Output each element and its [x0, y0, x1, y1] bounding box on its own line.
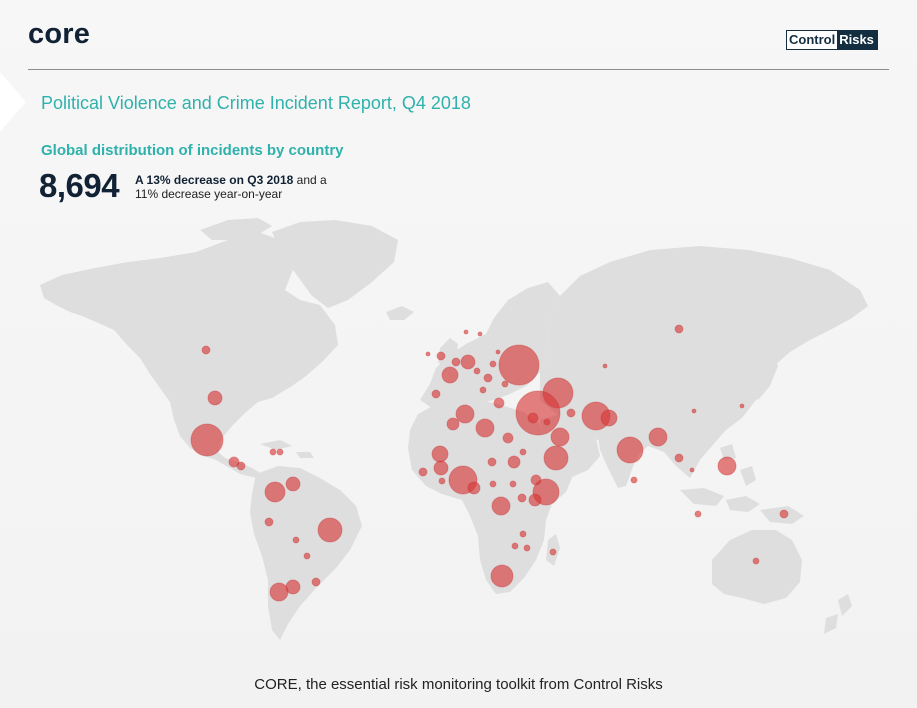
- incident-bubble: [616, 436, 644, 464]
- incident-bubble: [475, 418, 495, 438]
- incident-bubble: [317, 517, 343, 543]
- incident-bubble: [264, 517, 274, 527]
- incident-bubble: [236, 461, 246, 471]
- incident-bubble: [477, 331, 483, 337]
- incident-bubble: [779, 509, 789, 519]
- incident-bubble: [431, 389, 441, 399]
- incident-bubble: [269, 448, 277, 456]
- incident-bubble: [431, 445, 449, 463]
- incident-bubble: [566, 408, 576, 418]
- incident-bubble: [549, 548, 557, 556]
- incident-bubble: [717, 456, 737, 476]
- incident-bubble: [517, 493, 527, 503]
- incident-bubble: [739, 403, 745, 409]
- incident-bubble: [276, 448, 284, 456]
- incident-bubble: [543, 418, 551, 426]
- incident-bubble: [495, 349, 501, 355]
- incident-bubble: [433, 460, 449, 476]
- incident-bubble: [550, 427, 570, 447]
- incident-bubble: [303, 552, 311, 560]
- incident-bubble: [515, 390, 561, 436]
- incident-bubble: [527, 412, 539, 424]
- incident-bubble: [418, 467, 428, 477]
- incident-bubble: [436, 351, 446, 361]
- land-europe: [420, 282, 560, 408]
- incident-bubble: [528, 493, 542, 507]
- world-incident-map: [40, 218, 868, 640]
- incident-bubble: [438, 477, 446, 485]
- incident-bubble: [648, 427, 668, 447]
- land-australia: [712, 530, 802, 604]
- incident-bubble: [487, 457, 497, 467]
- land-iceland: [386, 306, 414, 320]
- incident-bubble: [602, 363, 608, 369]
- incident-bubble: [543, 445, 569, 471]
- incident-bubble: [269, 582, 289, 602]
- incident-bubble: [292, 536, 300, 544]
- incident-bubble: [600, 409, 618, 427]
- incident-bubble: [463, 329, 469, 335]
- incident-bubble: [519, 530, 527, 538]
- incident-bubble: [498, 344, 540, 386]
- incident-bubble: [490, 564, 514, 588]
- incident-bubble: [483, 373, 493, 383]
- incident-bubble: [523, 544, 531, 552]
- incident-bubble: [694, 510, 702, 518]
- incident-bubble: [689, 467, 695, 473]
- incident-bubble: [451, 357, 461, 367]
- incident-bubble: [491, 496, 511, 516]
- incident-bubble: [311, 577, 321, 587]
- land-caribbean: [260, 440, 314, 458]
- incident-bubble: [489, 480, 497, 488]
- incident-bubble: [509, 480, 517, 488]
- incident-bubble: [507, 455, 521, 469]
- incident-bubble: [467, 481, 481, 495]
- incident-bubble: [752, 557, 760, 565]
- land-new-zealand: [824, 594, 852, 634]
- incident-bubble: [190, 423, 224, 457]
- incident-bubble: [455, 404, 475, 424]
- incident-bubble: [264, 481, 286, 503]
- incident-bubble: [446, 417, 460, 431]
- footer-tagline: CORE, the essential risk monitoring tool…: [254, 676, 663, 693]
- incident-bubble: [207, 390, 223, 406]
- incident-bubble: [460, 354, 476, 370]
- incident-bubble: [501, 380, 509, 388]
- incident-bubble: [674, 453, 684, 463]
- incident-bubble: [630, 476, 638, 484]
- incident-bubble: [201, 345, 211, 355]
- incident-bubble: [502, 432, 514, 444]
- incident-bubble: [489, 360, 497, 368]
- incident-bubble: [691, 408, 697, 414]
- incident-bubble: [479, 386, 487, 394]
- incident-bubble: [493, 397, 505, 409]
- incident-bubble: [674, 324, 684, 334]
- incident-bubble: [425, 351, 431, 357]
- incident-bubble: [441, 366, 459, 384]
- incident-bubble: [473, 367, 481, 375]
- incident-bubble: [511, 542, 519, 550]
- incident-bubble: [285, 476, 301, 492]
- incident-bubble: [519, 448, 527, 456]
